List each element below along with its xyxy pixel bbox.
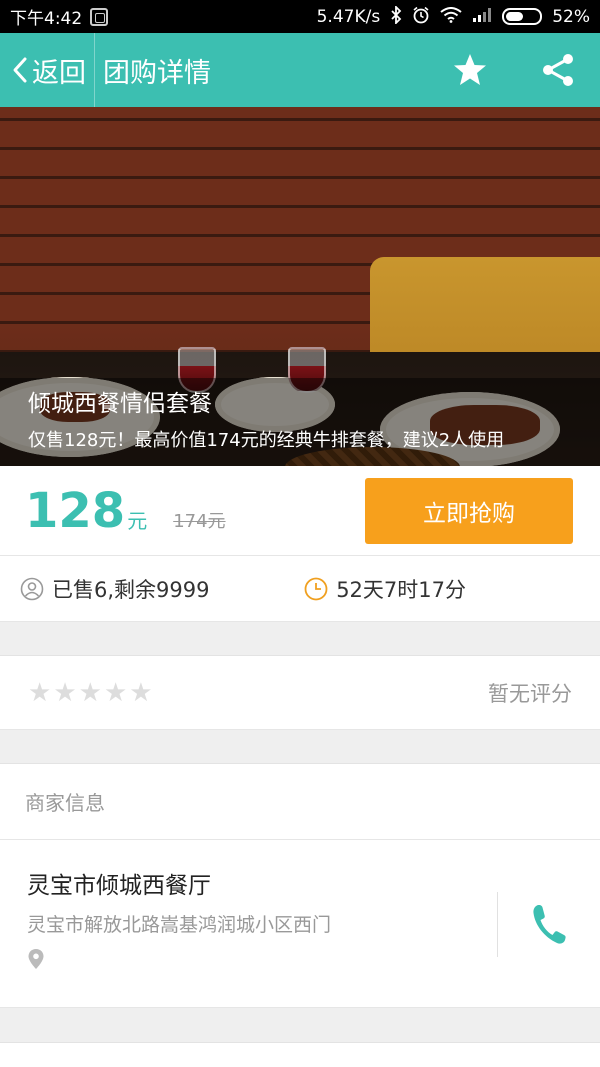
time-remaining-label: 52天7时17分 (336, 577, 466, 602)
favorite-button[interactable] (450, 50, 490, 90)
merchant-section-title: 商家信息 (0, 764, 600, 840)
deal-description: 仅售128元！最高价值174元的经典牛排套餐，建议2人使用 (28, 430, 505, 451)
hero-caption: 倾城西餐情侣套餐 仅售128元！最高价值174元的经典牛排套餐，建议2人使用 (0, 378, 600, 466)
rating-star-icon: ★ (103, 677, 128, 708)
rating-star-icon: ★ (28, 677, 52, 708)
back-label: 返回 (32, 57, 86, 89)
app-header: 返回 团购详情 (0, 33, 600, 107)
no-rating-label: 暂无评分 (488, 681, 572, 706)
section-gap (0, 1008, 600, 1042)
merchant-info: 灵宝市倾城西餐厅 灵宝市解放北路嵩基鸿润城小区西门 (0, 840, 497, 1007)
original-price: 174元 (173, 510, 226, 532)
clock-icon (304, 577, 328, 600)
deal-stats-row: 已售6,剩余9999 52天7时17分 (0, 556, 600, 622)
current-price: 128 (25, 482, 126, 539)
price-row: 128 元 174元 立即抢购 (0, 466, 600, 556)
deal-title: 倾城西餐情侣套餐 (28, 391, 212, 417)
battery-fill (506, 12, 524, 21)
rating-row[interactable]: ★ ★ ★ ★ ★ 暂无评分 (0, 656, 600, 730)
call-merchant-button[interactable] (498, 840, 600, 1007)
back-chevron-icon (10, 56, 30, 84)
star-icon (454, 54, 486, 85)
page-title: 团购详情 (103, 57, 211, 89)
merchant-address: 灵宝市解放北路嵩基鸿润城小区西门 (27, 914, 332, 936)
network-speed: 5.47K/s (316, 6, 381, 27)
page: 下午4:42 5.47K/s 52% 返回 团购详情 倾城西餐情侣套餐 仅售12… (0, 0, 600, 1067)
app-notification-icon (90, 7, 109, 26)
bluetooth-icon (390, 4, 402, 28)
merchant-name: 灵宝市倾城西餐厅 (27, 873, 211, 899)
section-gap (0, 622, 600, 656)
location-pin-icon (27, 948, 497, 974)
merchant-card[interactable]: 灵宝市倾城西餐厅 灵宝市解放北路嵩基鸿润城小区西门 (0, 840, 600, 1008)
status-time: 下午4:42 (10, 9, 83, 29)
phone-icon (533, 904, 566, 944)
back-button[interactable]: 返回 (0, 33, 95, 107)
battery-percent: 52% (552, 6, 590, 27)
share-button[interactable] (538, 50, 578, 90)
price-unit: 元 (127, 509, 148, 533)
buy-now-button[interactable]: 立即抢购 (365, 477, 573, 544)
time-remaining: 52天7时17分 (304, 574, 466, 604)
alarm-icon (412, 6, 430, 28)
section-gap (0, 730, 600, 764)
wifi-icon (440, 6, 462, 27)
sold-count-label: 已售6,剩余9999 (52, 577, 210, 602)
status-bar: 下午4:42 5.47K/s 52% (0, 0, 600, 33)
rating-star-icon: ★ (129, 677, 153, 708)
battery-icon (502, 8, 543, 25)
deal-hero-image: 倾城西餐情侣套餐 仅售128元！最高价值174元的经典牛排套餐，建议2人使用 (0, 107, 600, 466)
sold-count: 已售6,剩余9999 (20, 574, 209, 604)
next-section-strip (0, 1042, 600, 1067)
signal-icon (472, 7, 492, 27)
rating-star-icon: ★ (53, 677, 77, 708)
rating-star-icon: ★ (78, 677, 102, 708)
share-icon (543, 54, 573, 86)
user-icon (20, 577, 44, 600)
